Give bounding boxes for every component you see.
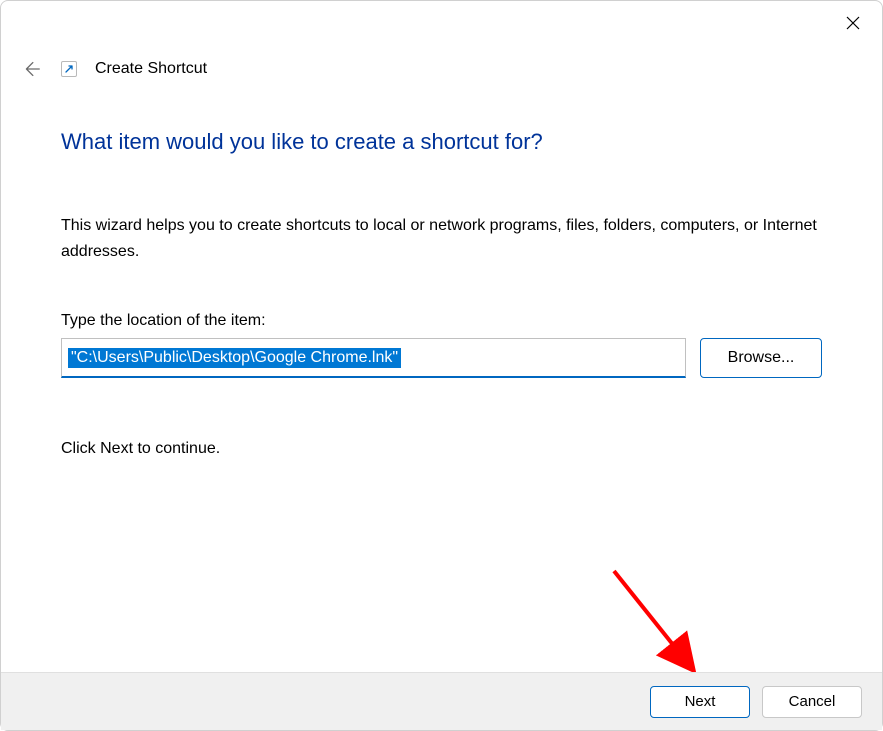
input-row: "C:\Users\Public\Desktop\Google Chrome.l…: [61, 338, 822, 378]
footer-bar: Next Cancel: [1, 672, 882, 730]
browse-button[interactable]: Browse...: [700, 338, 822, 378]
main-heading: What item would you like to create a sho…: [61, 129, 822, 155]
location-input-value: "C:\Users\Public\Desktop\Google Chrome.l…: [68, 348, 401, 368]
back-arrow-icon: [20, 58, 42, 80]
content-area: What item would you like to create a sho…: [61, 129, 822, 458]
titlebar: [1, 1, 882, 43]
back-button[interactable]: [19, 57, 43, 81]
continue-instruction: Click Next to continue.: [61, 440, 822, 458]
close-button[interactable]: [830, 7, 876, 39]
close-icon: [846, 16, 860, 30]
location-input[interactable]: "C:\Users\Public\Desktop\Google Chrome.l…: [61, 338, 686, 378]
wizard-description: This wizard helps you to create shortcut…: [61, 213, 822, 264]
header-row: Create Shortcut: [19, 57, 207, 81]
next-button[interactable]: Next: [650, 686, 750, 718]
shortcut-icon: [61, 61, 77, 77]
window-title: Create Shortcut: [95, 60, 207, 78]
location-label: Type the location of the item:: [61, 312, 822, 330]
cancel-button[interactable]: Cancel: [762, 686, 862, 718]
